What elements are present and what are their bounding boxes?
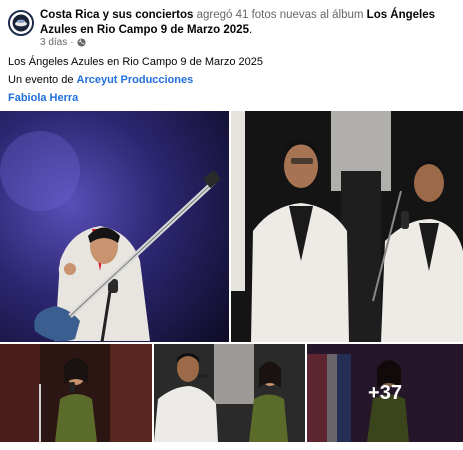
post-meta: 3 días · [40, 37, 86, 48]
event-prefix: Un evento de [8, 74, 77, 86]
post-caption: Los Ángeles Azules en Rio Campo 9 de Mar… [8, 56, 263, 68]
page-name-link[interactable]: Costa Rica y sus conciertos [40, 9, 193, 21]
more-photos-overlay: +37 [307, 344, 463, 442]
photo-5-more[interactable]: +37 [307, 344, 463, 442]
photo-3-image [0, 344, 152, 442]
photo-3[interactable] [0, 344, 152, 442]
more-photos-count: +37 [368, 381, 402, 404]
post-header: Costa Rica y sus conciertos agregó 41 fo… [8, 8, 458, 50]
photo-4-image [154, 344, 305, 442]
photo-1[interactable] [0, 111, 229, 342]
event-line: Un evento de Arceyut Producciones [8, 73, 193, 87]
page-avatar[interactable] [8, 10, 34, 36]
post-header-text: Costa Rica y sus conciertos agregó 41 fo… [40, 8, 455, 38]
post-card: Costa Rica y sus conciertos agregó 41 fo… [0, 0, 463, 450]
post-action-text: agregó 41 fotos nuevas al álbum [193, 9, 367, 21]
tagged-person-link[interactable]: Fabiola Herra [8, 91, 78, 105]
album-suffix: . [248, 24, 253, 36]
photo-4[interactable] [154, 344, 305, 442]
post-timestamp[interactable]: 3 días [40, 37, 67, 48]
globe-icon [77, 38, 86, 47]
photo-2[interactable] [231, 111, 463, 342]
event-org-link[interactable]: Arceyut Producciones [77, 74, 194, 86]
photo-1-image [0, 131, 222, 342]
photo-2-image [231, 111, 463, 342]
